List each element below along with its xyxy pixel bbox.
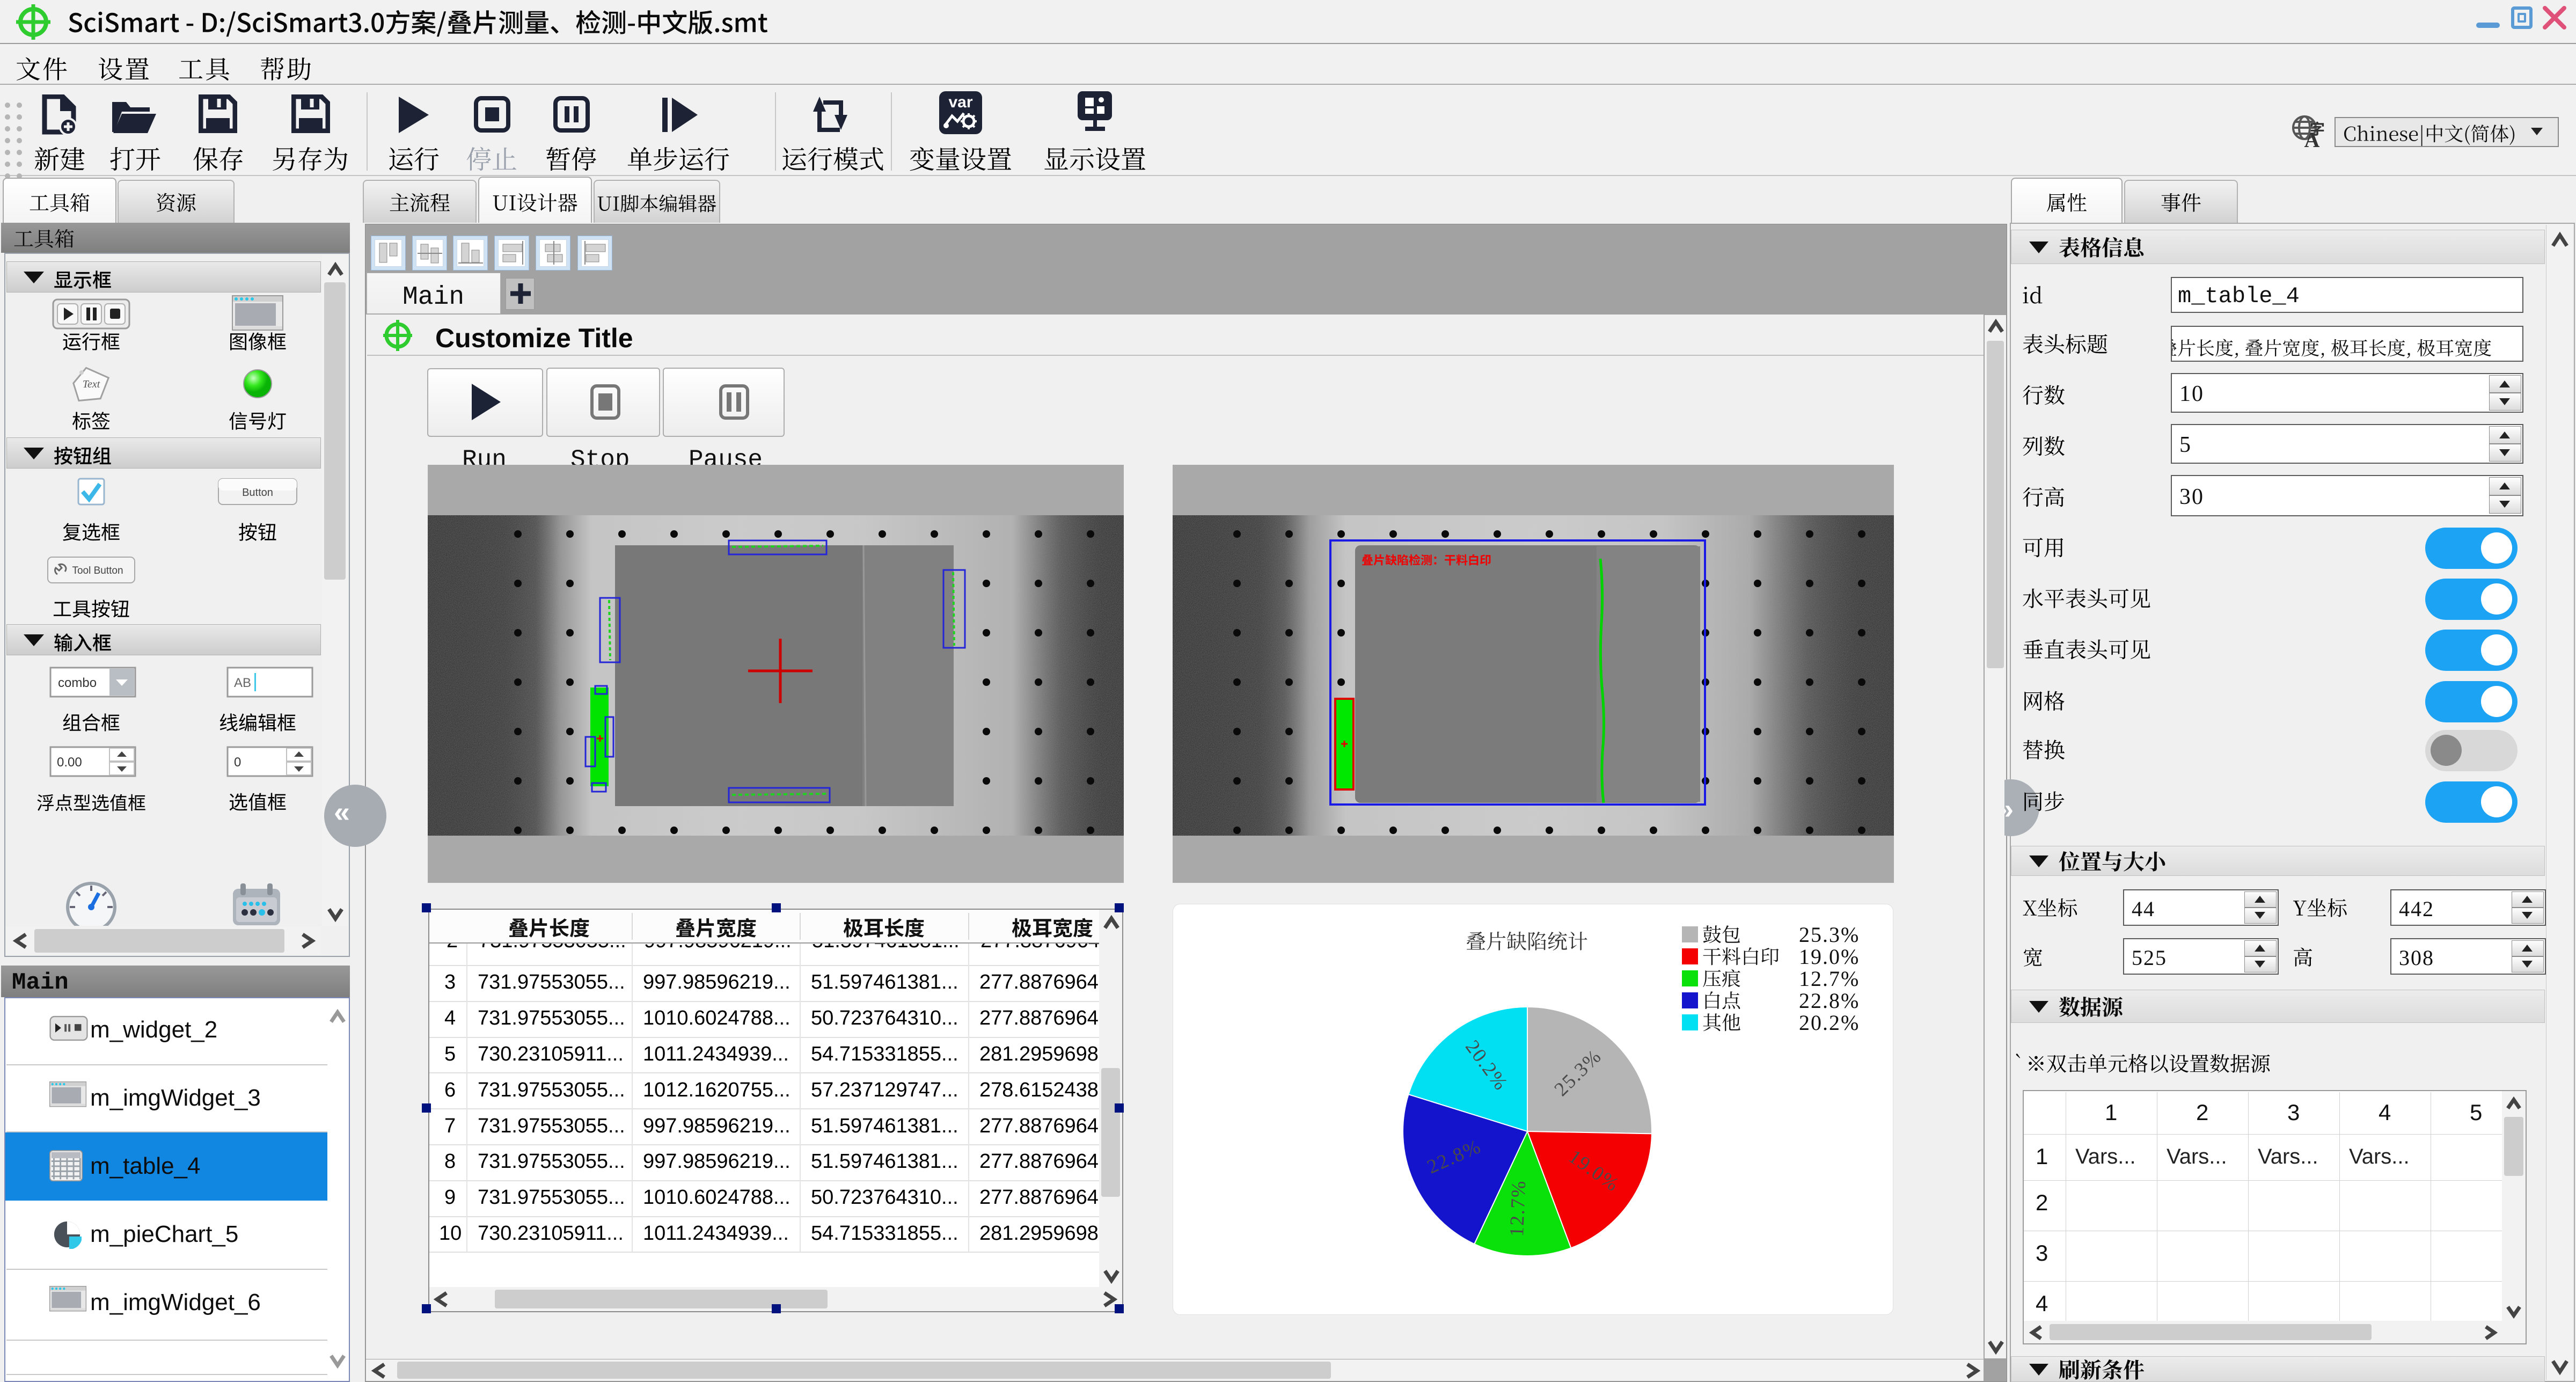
- svg-text:Tool Button: Tool Button: [72, 565, 123, 576]
- svg-text:var: var: [948, 93, 972, 111]
- svg-text:AB: AB: [234, 676, 251, 690]
- svg-text:Button: Button: [242, 487, 273, 499]
- svg-text:12.7%: 12.7%: [1506, 1180, 1530, 1237]
- svg-text:combo: combo: [58, 676, 97, 690]
- svg-text:0.00: 0.00: [57, 755, 82, 770]
- svg-text:Text: Text: [83, 378, 100, 390]
- svg-text:0: 0: [234, 755, 241, 770]
